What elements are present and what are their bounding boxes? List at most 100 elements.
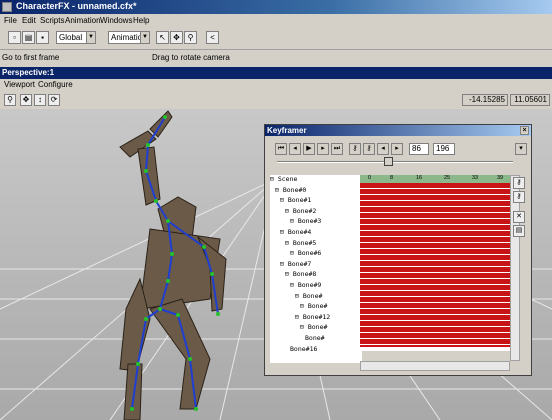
- pan-icon[interactable]: ✥: [20, 94, 32, 106]
- tree-item-label: Bone#6: [297, 249, 322, 258]
- collapse-icon[interactable]: ⊟: [285, 239, 293, 247]
- space-select-value: Global: [59, 33, 83, 42]
- menu-viewport[interactable]: Viewport: [4, 80, 35, 89]
- frame-tick: 25: [444, 175, 451, 181]
- open-folder-icon[interactable]: ▤: [22, 31, 35, 44]
- timeline-slider-thumb[interactable]: [383, 157, 393, 166]
- tree-item-label: Scene: [277, 175, 298, 183]
- tree-item-label: Bone#8: [292, 270, 317, 279]
- current-frame-field[interactable]: 86: [409, 143, 429, 155]
- tree-item[interactable]: ⊟ Bone#9: [290, 281, 321, 289]
- menu-bar: File Edit Scripts Animation Windows Help: [0, 14, 552, 28]
- next-frame-icon[interactable]: ▸: [391, 143, 403, 155]
- viewport-menu: Viewport Configure: [0, 79, 552, 91]
- select-arrow-icon[interactable]: ↖: [156, 31, 169, 44]
- app-title-bar[interactable]: CharacterFX - unnamed.cfx*: [0, 0, 552, 14]
- add-key-icon[interactable]: ⚷: [349, 143, 361, 155]
- collapse-icon[interactable]: ⊟: [290, 249, 298, 257]
- tree-item[interactable]: ⊟ Bone#2: [285, 207, 316, 215]
- collapse-icon[interactable]: ⊟: [280, 228, 288, 236]
- zoom-icon[interactable]: ⚲: [4, 94, 16, 106]
- menu-windows[interactable]: Windows: [100, 16, 132, 25]
- collapse-icon[interactable]: ⊟: [280, 196, 288, 204]
- menu-help[interactable]: Help: [133, 16, 149, 25]
- prev-key-icon[interactable]: ◂: [289, 143, 301, 155]
- move-icon[interactable]: ✥: [170, 31, 183, 44]
- key-grid-hscroll[interactable]: [360, 361, 510, 371]
- tree-item[interactable]: ⊟ Bone#1: [280, 196, 311, 204]
- key-tool-4-icon[interactable]: ▤: [513, 225, 525, 237]
- viewport-toolbar: ⚲ ✥ ↕ ⟳ -14.15285 11.05601: [0, 92, 552, 109]
- collapse-icon[interactable]: ⊟: [280, 260, 288, 268]
- collapse-icon[interactable]: ⊟: [295, 292, 303, 300]
- end-frame-field[interactable]: 196: [433, 143, 455, 155]
- frame-tick: 33: [472, 175, 479, 181]
- keyframer-panel: Keyframer × ⏮ ◂ ▶ ▸ ⏭ ⚷ ⚷ ◂ ▸ 86 196 ▾ ⊟…: [264, 124, 532, 376]
- tree-item[interactable]: ⊟ Bone#: [300, 302, 327, 310]
- timeline-slider-track[interactable]: [277, 161, 513, 163]
- menu-edit[interactable]: Edit: [22, 16, 36, 25]
- collapse-icon[interactable]: ⊟: [270, 175, 278, 183]
- next-key-icon[interactable]: ▸: [317, 143, 329, 155]
- keyframer-title-bar[interactable]: Keyframer ×: [265, 125, 531, 136]
- app-title: CharacterFX - unnamed.cfx*: [16, 1, 137, 11]
- tree-item-label: Bone#1: [287, 196, 312, 205]
- collapse-icon[interactable]: ⊟: [295, 313, 303, 321]
- bone-tree[interactable]: ⊟ Scene ⊟ Bone#0 ⊟ Bone#1 ⊟ Bone#2 ⊟ Bone#3 ⊟…: [270, 175, 362, 363]
- link-bones-icon[interactable]: <: [206, 31, 219, 44]
- menu-animation[interactable]: Animation: [65, 16, 101, 25]
- viewport-title: Perspective:1: [0, 67, 552, 79]
- tree-item[interactable]: Bone#: [305, 334, 325, 342]
- tree-item-label: Bone#4: [287, 228, 312, 236]
- main-toolbar: ▫ ▤ ▪ Global ▼ Animation ▼ ↖ ✥ ⚲ <: [0, 28, 552, 50]
- key-tool-2-icon[interactable]: ⚷: [513, 191, 525, 203]
- tree-item[interactable]: ⊟ Bone#12: [295, 313, 330, 321]
- key-cells[interactable]: [360, 183, 510, 347]
- save-icon[interactable]: ▪: [36, 31, 49, 44]
- skeleton-icon[interactable]: ⚲: [184, 31, 197, 44]
- status-left: Go to first frame: [2, 53, 60, 62]
- first-frame-icon[interactable]: ⏮: [275, 143, 287, 155]
- coord-x-readout: -14.15285: [462, 94, 508, 106]
- key-tool-1-icon[interactable]: ⚷: [513, 177, 525, 189]
- menu-configure[interactable]: Configure: [38, 80, 73, 89]
- collapse-icon[interactable]: ⊟: [300, 323, 308, 331]
- collapse-icon[interactable]: ⊟: [300, 302, 308, 310]
- dolly-icon[interactable]: ↕: [34, 94, 46, 106]
- status-row: Go to first frame Drag to rotate camera: [0, 52, 552, 64]
- tree-item-label: Bone#3: [297, 217, 322, 226]
- tree-item-label: Bone#: [307, 302, 328, 311]
- chevron-down-icon: ▼: [140, 32, 149, 43]
- last-frame-icon[interactable]: ⏭: [331, 143, 343, 155]
- new-file-icon[interactable]: ▫: [8, 31, 21, 44]
- collapse-icon[interactable]: ⊟: [285, 270, 293, 278]
- collapse-icon[interactable]: ⊟: [290, 217, 298, 225]
- mode-select[interactable]: Animation ▼: [108, 31, 150, 44]
- key-tool-3-icon[interactable]: ✕: [513, 211, 525, 223]
- tree-item[interactable]: ⊟ Bone#3: [290, 217, 321, 225]
- tree-item[interactable]: ⊟ Scene: [270, 175, 297, 183]
- tree-item[interactable]: ⊟ Bone#: [295, 292, 322, 300]
- tree-item[interactable]: ⊟ Bone#4: [280, 228, 311, 236]
- tree-item[interactable]: Bone#16: [290, 345, 317, 353]
- delete-key-icon[interactable]: ⚷: [363, 143, 375, 155]
- space-select[interactable]: Global ▼: [56, 31, 96, 44]
- chevron-down-icon[interactable]: ▾: [515, 143, 527, 155]
- key-grid[interactable]: 0 8 16 25 33 39: [360, 175, 510, 351]
- close-icon[interactable]: ×: [520, 126, 529, 135]
- menu-file[interactable]: File: [4, 16, 17, 25]
- collapse-icon[interactable]: ⊟: [285, 207, 293, 215]
- tree-item[interactable]: ⊟ Bone#: [300, 323, 327, 331]
- menu-scripts[interactable]: Scripts: [40, 16, 64, 25]
- tree-item[interactable]: ⊟ Bone#7: [280, 260, 311, 268]
- collapse-icon[interactable]: ⊟: [290, 281, 298, 289]
- tree-item[interactable]: ⊟ Bone#0: [275, 186, 306, 194]
- rotate-camera-icon[interactable]: ⟳: [48, 94, 60, 106]
- tree-item[interactable]: ⊟ Bone#6: [290, 249, 321, 257]
- collapse-icon[interactable]: ⊟: [275, 186, 283, 194]
- tree-item[interactable]: ⊟ Bone#8: [285, 270, 316, 278]
- tree-item[interactable]: ⊟ Bone#5: [285, 239, 316, 247]
- prev-frame-icon[interactable]: ◂: [377, 143, 389, 155]
- play-icon[interactable]: ▶: [303, 143, 315, 155]
- frame-tick: 0: [368, 175, 372, 181]
